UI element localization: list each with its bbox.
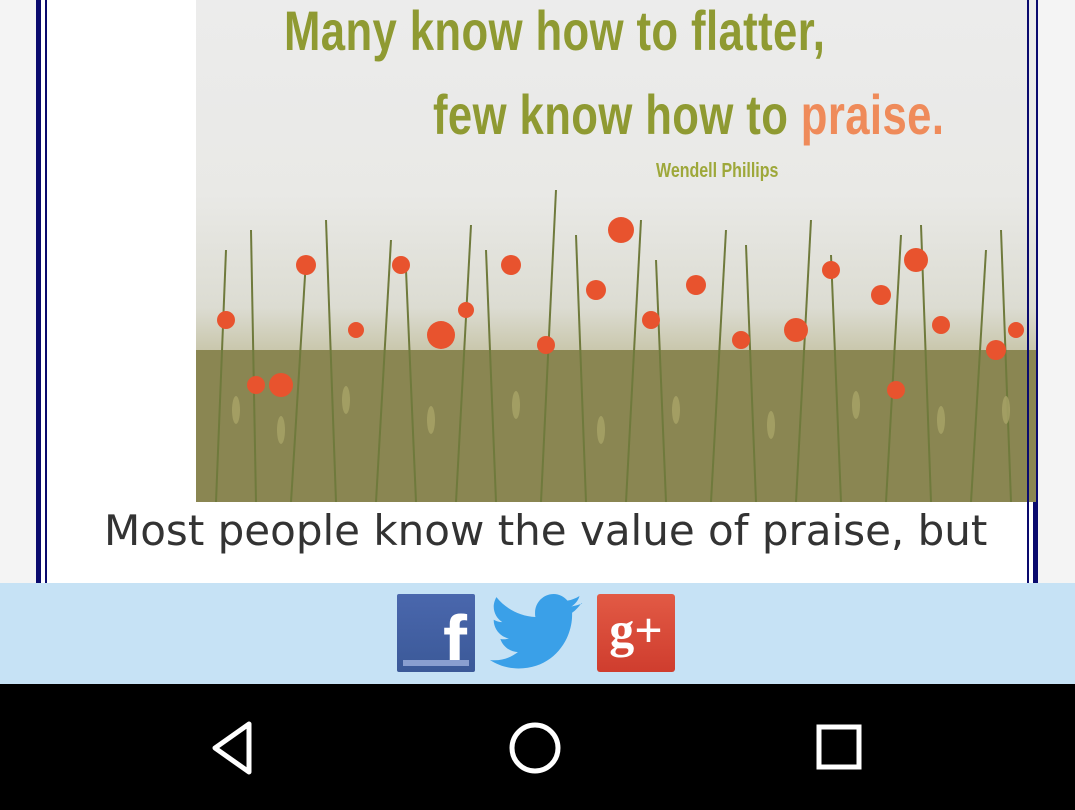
quote-highlight-word: praise. <box>800 83 945 146</box>
twitter-icon <box>489 594 583 669</box>
facebook-icon-strip <box>403 660 469 666</box>
google-plus-icon: g+ <box>609 602 663 658</box>
quote-image: Many know how to flatter, few know how t… <box>196 0 1036 502</box>
home-circle-icon <box>509 722 561 774</box>
grass-base <box>196 350 1036 502</box>
facebook-share-button[interactable]: f <box>397 594 475 672</box>
nav-recents-button[interactable] <box>809 718 869 778</box>
android-navigation-bar <box>0 684 1075 810</box>
quote-line-1: Many know how to flatter, <box>284 0 826 62</box>
article-body-text: Most people know the value of praise, bu… <box>104 506 988 555</box>
poppy-field-illustration <box>196 189 1036 502</box>
recents-square-icon <box>816 724 862 770</box>
app-screen: Many know how to flatter, few know how t… <box>0 0 1075 810</box>
nav-home-button[interactable] <box>505 718 565 778</box>
quote-line-2-prefix: few know how to <box>433 83 801 146</box>
article-scroll-area[interactable]: Many know how to flatter, few know how t… <box>0 0 1075 583</box>
article-card-frame: Many know how to flatter, few know how t… <box>36 0 1038 583</box>
share-bar: f g+ <box>0 583 1075 684</box>
back-triangle-icon <box>212 721 252 775</box>
nav-back-button[interactable] <box>203 718 263 778</box>
quote-line-2: few know how to praise. <box>433 82 944 147</box>
quote-author: Wendell Phillips <box>656 160 779 182</box>
google-plus-share-button[interactable]: g+ <box>597 594 675 672</box>
twitter-share-button[interactable] <box>488 594 586 672</box>
